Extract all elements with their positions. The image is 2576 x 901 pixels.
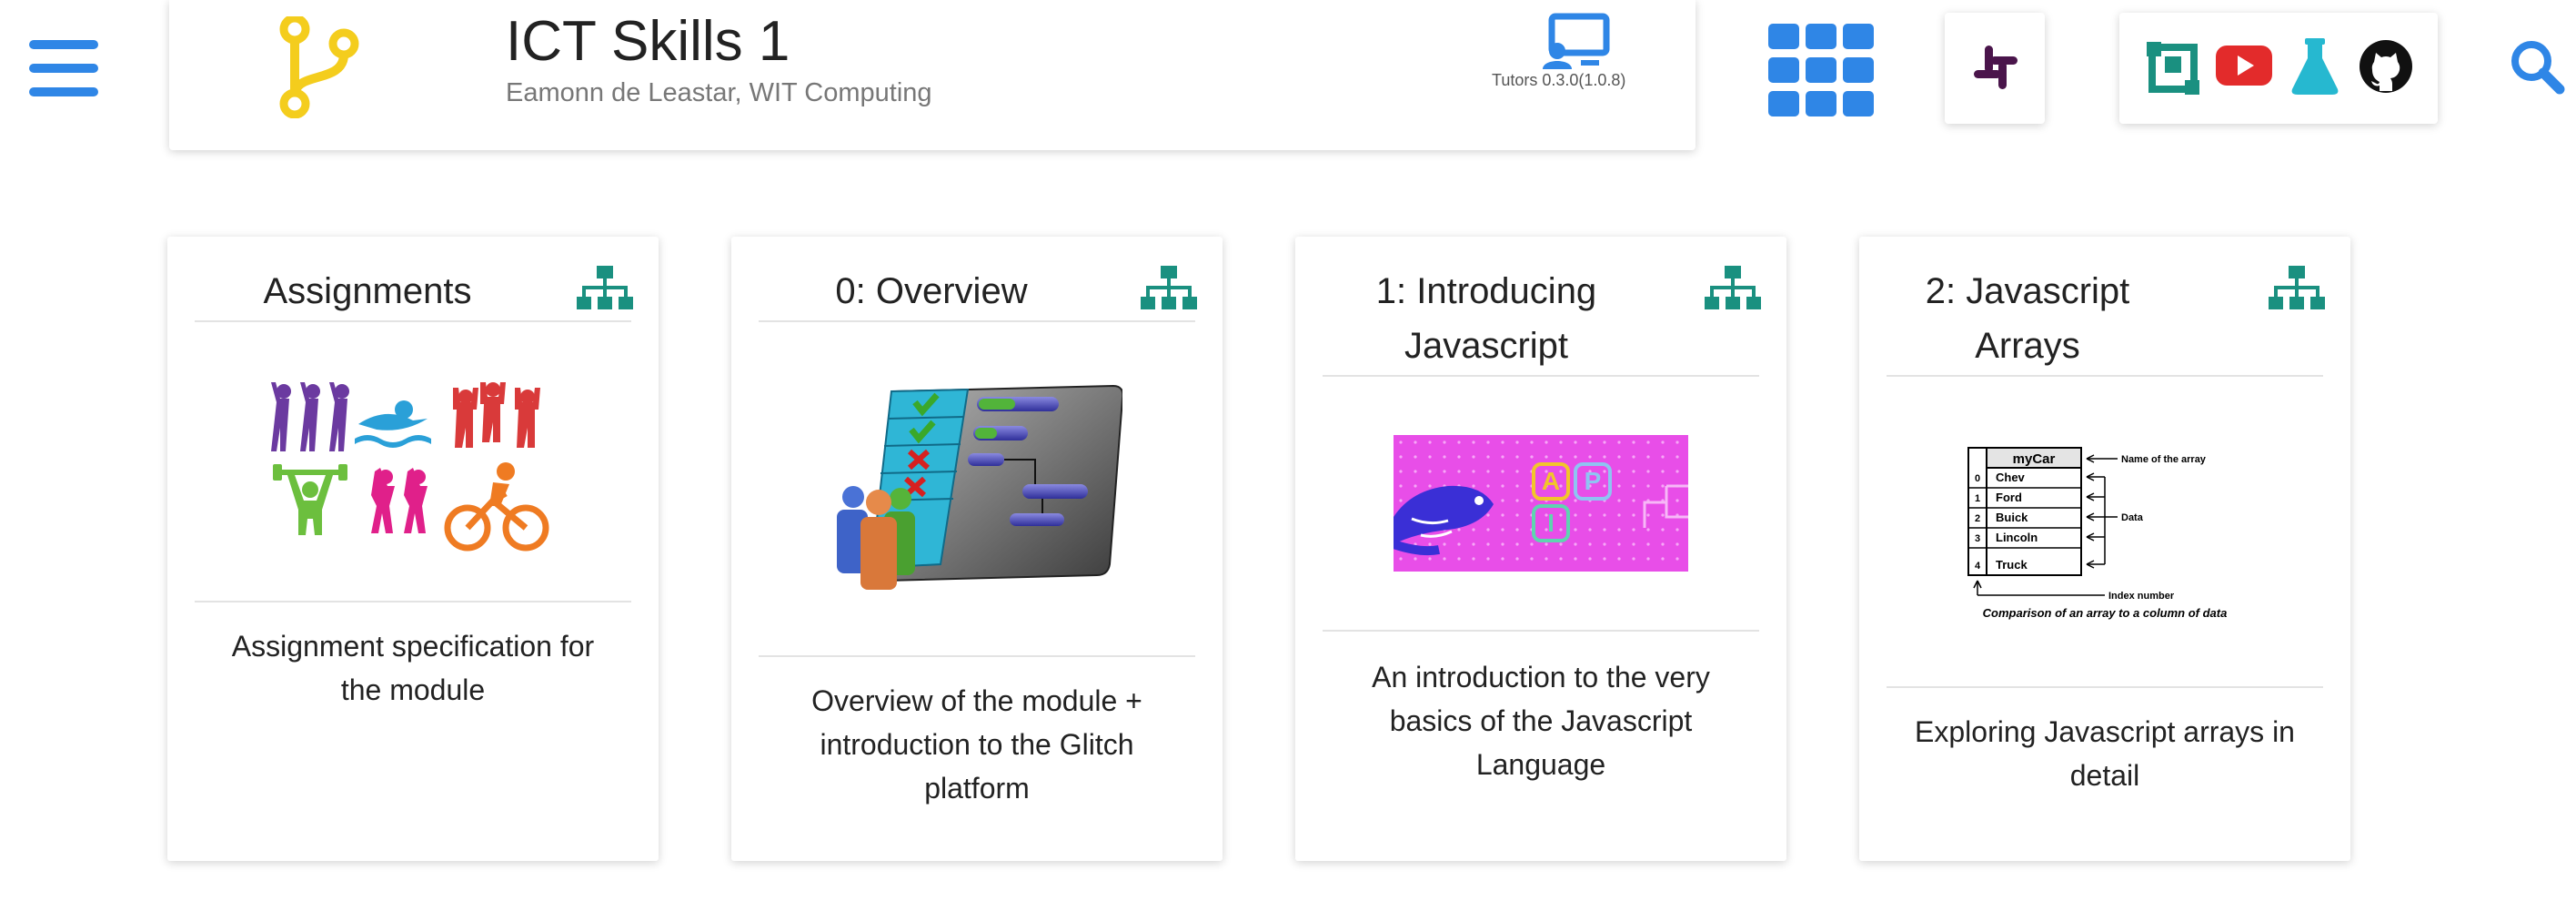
array-label-name: Name of the array bbox=[2121, 454, 2207, 465]
github-button[interactable] bbox=[2360, 40, 2412, 93]
card-image bbox=[731, 382, 1223, 593]
page-title: ICT Skills 1 bbox=[506, 10, 790, 73]
card-title: Assignments bbox=[263, 271, 472, 311]
card-divider bbox=[759, 320, 1195, 322]
card-divider bbox=[195, 601, 631, 602]
card-divider bbox=[759, 655, 1195, 657]
version-label: Tutors 0.3.0(1.0.8) bbox=[1492, 71, 1626, 89]
desktop-user-icon bbox=[1543, 13, 1610, 69]
api-letter-p: P bbox=[1585, 467, 1602, 495]
card-divider bbox=[195, 320, 631, 322]
card-image: myCar 0 Chev 1 Ford 2 Buick 3 Lincoln 4 … bbox=[1859, 439, 2350, 621]
toc-icon bbox=[2147, 42, 2199, 95]
card-javascript-arrays[interactable]: 2: Javascript Arrays myCar 0 Chev 1 Ford… bbox=[1859, 237, 2350, 861]
javascript-api-image: A P I bbox=[1394, 435, 1688, 572]
hamburger-menu-icon bbox=[29, 40, 98, 96]
array-value: Truck bbox=[1996, 558, 2028, 572]
sitemap-icon[interactable] bbox=[1141, 266, 1197, 311]
search-button[interactable] bbox=[2509, 38, 2565, 95]
card-description: Exploring Javascript arrays in detail bbox=[1915, 715, 2295, 792]
search-icon bbox=[2511, 41, 2565, 95]
array-label-index: Index number bbox=[2108, 591, 2175, 602]
sitemap-icon[interactable] bbox=[1705, 266, 1761, 311]
card-divider bbox=[1323, 630, 1759, 632]
card-title: 2: Javascript Arrays bbox=[1925, 271, 2130, 366]
card-divider bbox=[1887, 375, 2323, 377]
card-image bbox=[167, 382, 659, 564]
card-divider bbox=[1887, 686, 2323, 688]
labs-button[interactable] bbox=[2290, 38, 2340, 95]
card-title: 1: Introducing Javascript bbox=[1375, 271, 1597, 366]
apps-button[interactable] bbox=[1768, 24, 1874, 116]
sitemap-icon[interactable] bbox=[577, 266, 633, 311]
github-icon bbox=[2360, 40, 2412, 93]
tutors-button[interactable] bbox=[1541, 13, 1610, 69]
sports-figures-image bbox=[271, 382, 549, 552]
youtube-button[interactable] bbox=[2216, 44, 2272, 89]
array-value: Chev bbox=[1996, 471, 2026, 484]
card-assignments[interactable]: Assignments Assignment specification for… bbox=[167, 237, 659, 861]
card-overview[interactable]: 0: Overview Overview of the module + int… bbox=[731, 237, 1223, 861]
array-index: 1 bbox=[1975, 493, 1980, 504]
card-description: Overview of the module + introduction to… bbox=[811, 684, 1142, 805]
course-header bbox=[169, 0, 1696, 150]
git-branch-icon bbox=[279, 14, 359, 119]
card-description: Assignment specification for the module bbox=[231, 630, 595, 706]
page-subtitle: Eamonn de Leastar, WIT Computing bbox=[506, 78, 932, 107]
grid-apps-icon bbox=[1768, 24, 1874, 116]
toc-button[interactable] bbox=[2147, 42, 2199, 95]
sitemap-icon[interactable] bbox=[2269, 266, 2325, 311]
array-index: 3 bbox=[1975, 533, 1980, 544]
api-letter-i: I bbox=[1547, 509, 1555, 537]
array-value: Lincoln bbox=[1996, 531, 2038, 544]
card-introducing-javascript[interactable]: 1: Introducing Javascript A P I An intro… bbox=[1295, 237, 1786, 861]
project-overview-image bbox=[837, 384, 1122, 590]
array-caption: Comparison of an array to a column of da… bbox=[1983, 606, 2228, 620]
array-name: myCar bbox=[2013, 451, 2056, 467]
array-index: 2 bbox=[1975, 513, 1980, 524]
course-logo[interactable] bbox=[273, 14, 364, 119]
card-description: An introduction to the very basics of th… bbox=[1372, 661, 1710, 781]
card-image: A P I bbox=[1295, 435, 1786, 572]
youtube-icon bbox=[2216, 46, 2272, 86]
flask-icon bbox=[2291, 38, 2339, 95]
array-index: 0 bbox=[1975, 473, 1980, 484]
api-letter-a: A bbox=[1542, 467, 1560, 495]
slack-icon bbox=[1974, 46, 2018, 89]
card-divider bbox=[1323, 375, 1759, 377]
slack-button[interactable] bbox=[1972, 44, 2019, 91]
array-diagram-image: myCar 0 Chev 1 Ford 2 Buick 3 Lincoln 4 … bbox=[1967, 447, 2228, 620]
menu-button[interactable] bbox=[27, 36, 100, 100]
array-index: 4 bbox=[1975, 561, 1981, 572]
array-label-data: Data bbox=[2121, 512, 2144, 523]
array-value: Ford bbox=[1996, 491, 2022, 504]
array-value: Buick bbox=[1996, 511, 2028, 524]
card-title: 0: Overview bbox=[835, 271, 1028, 311]
